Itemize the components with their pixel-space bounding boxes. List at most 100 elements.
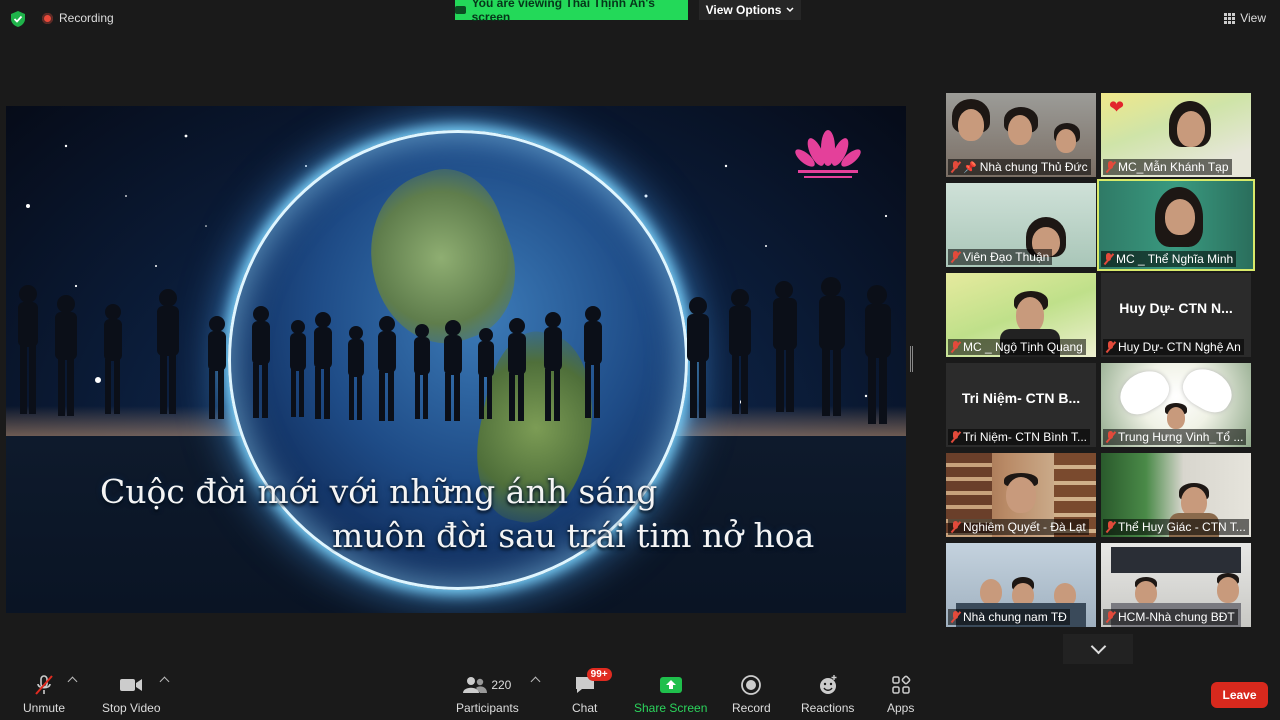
lyric-line-2: muôn đời sau trái tim nở hoa bbox=[332, 516, 815, 555]
mic-muted-icon bbox=[951, 161, 960, 173]
apps-label: Apps bbox=[887, 701, 915, 715]
mic-muted-icon bbox=[951, 431, 960, 443]
viewing-screen-banner: You are viewing Thái Thịnh Ấn's screen bbox=[455, 0, 688, 24]
participants-icon bbox=[463, 677, 488, 693]
mic-muted-icon bbox=[1104, 253, 1113, 265]
participant-display-name: Tri Niệm- CTN B... bbox=[961, 390, 1081, 406]
participant-name: Viên Đạo Thuận bbox=[963, 250, 1050, 264]
apps-button[interactable]: Apps bbox=[887, 674, 914, 715]
share-screen-icon bbox=[659, 677, 682, 693]
mic-muted-icon bbox=[951, 521, 960, 533]
participant-name: MC _ Thể Nghĩa Minh bbox=[1116, 252, 1234, 266]
view-layout-button[interactable]: View bbox=[1224, 11, 1266, 25]
participant-name-label: MC_Mẫn Khánh Tạp bbox=[1103, 159, 1249, 175]
mic-muted-icon bbox=[1106, 161, 1115, 173]
chat-button[interactable]: 99+ Chat bbox=[572, 668, 612, 715]
participant-name-label: HCM-Nhà chung BĐT bbox=[1103, 609, 1249, 625]
stop-video-button[interactable]: Stop Video bbox=[102, 674, 161, 715]
microphone-muted-icon bbox=[35, 675, 53, 695]
chat-label: Chat bbox=[572, 701, 598, 715]
participant-tile[interactable]: 📌 Nhà chung Thủ Đức bbox=[946, 93, 1096, 177]
mic-muted-icon bbox=[951, 251, 960, 263]
mic-muted-icon bbox=[951, 611, 960, 623]
participant-name-label: Trung Hưng Vinh_Tổ ... bbox=[1103, 429, 1249, 445]
participant-tile[interactable]: Thể Huy Giác - CTN T... bbox=[1101, 453, 1251, 537]
pin-icon: 📌 bbox=[963, 161, 977, 174]
participant-tile[interactable]: Viên Đạo Thuận bbox=[946, 183, 1096, 267]
mic-muted-icon bbox=[1106, 611, 1115, 623]
participant-tile[interactable]: ❤ MC_Mẫn Khánh Tạp bbox=[1101, 93, 1251, 177]
participants-label: Participants bbox=[456, 701, 519, 715]
participant-name-label: Huy Dự- CTN Nghệ An bbox=[1103, 339, 1249, 355]
participant-name: MC_Mẫn Khánh Tạp bbox=[1118, 160, 1229, 174]
participant-name-label: MC _ Ngộ Tịnh Quang bbox=[948, 339, 1094, 355]
participant-name: Thể Huy Giác - CTN T... bbox=[1118, 520, 1246, 534]
participant-name: Nghiêm Quyết - Đà Lạt bbox=[963, 520, 1086, 534]
audio-options-caret[interactable] bbox=[67, 676, 78, 687]
recording-label: Recording bbox=[59, 11, 114, 25]
view-options-label: View Options bbox=[705, 3, 782, 17]
participant-tile[interactable]: Nghiêm Quyết - Đà Lạt bbox=[946, 453, 1096, 537]
participant-name: Tri Niệm- CTN Bình T... bbox=[963, 430, 1088, 444]
view-label: View bbox=[1240, 11, 1266, 25]
participant-name: HCM-Nhà chung BĐT bbox=[1118, 610, 1235, 624]
participant-name-label: MC _ Thể Nghĩa Minh bbox=[1101, 251, 1251, 267]
share-screen-label: Share Screen bbox=[634, 701, 708, 715]
participant-name-label: Tri Niệm- CTN Bình T... bbox=[948, 429, 1094, 445]
participant-tile-active-speaker[interactable]: MC _ Thể Nghĩa Minh bbox=[1097, 179, 1255, 271]
stop-video-label: Stop Video bbox=[102, 701, 161, 715]
record-label: Record bbox=[732, 701, 771, 715]
participant-name-label: 📌 Nhà chung Thủ Đức bbox=[948, 159, 1094, 175]
participant-name: Nhà chung Thủ Đức bbox=[979, 160, 1088, 174]
participants-count: 220 bbox=[491, 678, 512, 692]
chat-unread-badge: 99+ bbox=[586, 668, 612, 681]
participant-name: Huy Dự- CTN Nghệ An bbox=[1118, 340, 1241, 354]
lyric-line-1: Cuộc đời mới với những ánh sáng bbox=[100, 472, 658, 511]
share-screen-button[interactable]: Share Screen bbox=[634, 674, 707, 715]
gallery-next-page-button[interactable] bbox=[1063, 634, 1133, 664]
mic-muted-icon bbox=[1106, 521, 1115, 533]
shared-screen-content[interactable]: Cuộc đời mới với những ánh sáng muôn đời… bbox=[6, 106, 906, 613]
participants-options-caret[interactable] bbox=[530, 676, 541, 687]
participant-tile[interactable]: Huy Dự- CTN N... Huy Dự- CTN Nghệ An bbox=[1101, 273, 1251, 357]
participant-name-label: Nghiêm Quyết - Đà Lạt bbox=[948, 519, 1094, 535]
apps-icon bbox=[891, 675, 911, 694]
participants-button[interactable]: 220 Participants bbox=[456, 674, 519, 715]
leave-button[interactable]: Leave bbox=[1211, 682, 1268, 708]
video-camera-icon bbox=[120, 679, 143, 691]
mic-muted-icon bbox=[1106, 341, 1115, 353]
participant-name: Nhà chung nam TĐ bbox=[963, 610, 1067, 624]
participant-name: MC _ Ngộ Tịnh Quang bbox=[963, 340, 1083, 354]
participant-tile[interactable]: Nhà chung nam TĐ bbox=[946, 543, 1096, 627]
mic-muted-icon bbox=[1106, 431, 1115, 443]
security-shield-icon[interactable] bbox=[11, 11, 25, 27]
view-options-button[interactable]: View Options bbox=[699, 0, 801, 20]
participant-name: Trung Hưng Vinh_Tổ ... bbox=[1118, 430, 1244, 444]
recording-dot-icon bbox=[42, 12, 53, 24]
lotus-logo bbox=[795, 130, 861, 178]
heart-reaction-icon: ❤ bbox=[1109, 97, 1125, 117]
splitter-handle[interactable] bbox=[910, 346, 913, 372]
chevron-down-icon bbox=[1090, 638, 1106, 655]
reactions-button[interactable]: Reactions bbox=[801, 674, 854, 715]
participant-display-name: Huy Dự- CTN N... bbox=[1119, 300, 1233, 316]
video-options-caret[interactable] bbox=[159, 676, 170, 687]
viewing-screen-label: You are viewing Thái Thịnh Ấn's screen bbox=[471, 0, 655, 24]
reactions-label: Reactions bbox=[801, 701, 855, 715]
record-icon bbox=[741, 675, 762, 695]
record-button[interactable]: Record bbox=[732, 674, 771, 715]
participant-tile[interactable]: Trung Hưng Vinh_Tổ ... bbox=[1101, 363, 1251, 447]
meeting-top-bar: Recording You are viewing Thái Thịnh Ấn'… bbox=[0, 0, 1280, 36]
mic-muted-icon bbox=[951, 341, 960, 353]
recording-indicator[interactable]: Recording bbox=[42, 11, 114, 25]
screen-share-icon bbox=[455, 6, 466, 14]
people-silhouettes bbox=[18, 277, 891, 424]
unmute-label: Unmute bbox=[23, 701, 66, 715]
participant-tile[interactable]: MC _ Ngộ Tịnh Quang bbox=[946, 273, 1096, 357]
grid-view-icon bbox=[1224, 12, 1236, 24]
participant-tile[interactable]: HCM-Nhà chung BĐT bbox=[1101, 543, 1251, 627]
unmute-button[interactable]: Unmute bbox=[23, 674, 65, 715]
participant-name-label: Viên Đạo Thuận bbox=[948, 249, 1094, 265]
smiley-face-icon bbox=[819, 675, 837, 694]
participant-tile[interactable]: Tri Niệm- CTN B... Tri Niệm- CTN Bình T.… bbox=[946, 363, 1096, 447]
